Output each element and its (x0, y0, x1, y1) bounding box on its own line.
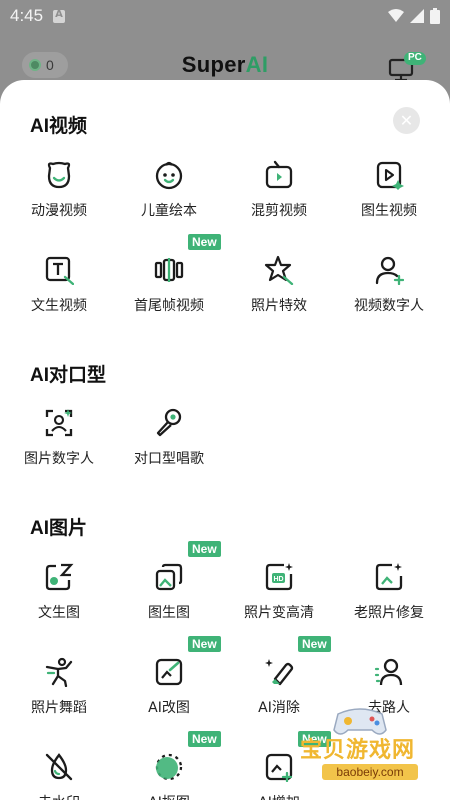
tile-label: 图生视频 (361, 203, 417, 219)
tile-image-to-image[interactable]: New 图生图 (113, 541, 225, 642)
svg-text:HD: HD (274, 576, 284, 583)
tile-label: 去水印 (3, 792, 115, 800)
tile-label: 儿童绘本 (141, 203, 197, 219)
tile-label: 视频数字人 (354, 298, 424, 314)
remove-watermark-icon (45, 753, 73, 781)
tile-label: AI改图 (148, 700, 190, 716)
app-logo: SuperAI (0, 52, 450, 78)
tile-photo-dance[interactable]: 照片舞蹈 (3, 657, 115, 737)
tile-label: AI抠图 (113, 792, 225, 800)
tile-label: 文生视频 (31, 298, 87, 314)
status-time: 4:45 (10, 6, 44, 25)
keyframe-icon (154, 258, 184, 282)
tile-text-to-image[interactable]: 文生图 (3, 562, 115, 642)
tile-lipsync-singing[interactable]: 对口型唱歌 (113, 408, 225, 488)
signal-icon (410, 9, 424, 23)
status-bar: 4:45 (0, 0, 450, 32)
tile-ai-edit-image[interactable]: New AI改图 (113, 636, 225, 737)
tile-label: 照片变高清 (244, 605, 314, 621)
face-scan-icon (45, 409, 73, 437)
new-badge: New (298, 636, 331, 652)
tile-label: 首尾帧视频 (134, 298, 204, 314)
wifi-icon (388, 9, 404, 22)
tile-label: 对口型唱歌 (134, 451, 204, 467)
sim-icon (53, 9, 66, 23)
tile-video-digital-human[interactable]: 视频数字人 (333, 255, 445, 335)
tile-ai-cutout[interactable]: New AI抠图 (113, 731, 225, 800)
tile-mix-video[interactable]: 混剪视频 (223, 160, 335, 240)
tile-photo-effects[interactable]: 照片特效 (223, 255, 335, 335)
pc-badge: PC (408, 52, 422, 63)
section-title-ai-image: AI图片 (30, 518, 88, 539)
image-video-icon (376, 161, 404, 190)
star-effect-icon (264, 255, 294, 285)
microphone-icon (156, 408, 182, 437)
tile-label: 照片特效 (251, 298, 307, 314)
text-to-image-icon (45, 563, 74, 591)
logo-accent: AI (245, 52, 269, 77)
tile-text-to-video[interactable]: 文生视频 (3, 255, 115, 335)
tile-image-digital-human[interactable]: 图片数字人 (3, 408, 115, 488)
tile-label: 图片数字人 (24, 451, 94, 467)
section-title-ai-lipsync: AI对口型 (30, 365, 107, 386)
new-badge: New (188, 541, 221, 557)
new-badge: New (188, 636, 221, 652)
tile-label: 图生图 (148, 605, 190, 621)
photo-repair-icon (375, 563, 403, 591)
add-image-icon (265, 753, 293, 782)
tile-remove-watermark[interactable]: 去水印 (3, 752, 115, 800)
tile-kids-picture-book[interactable]: 儿童绘本 (113, 160, 225, 240)
tile-anime-video[interactable]: 动漫视频 (3, 160, 115, 240)
close-icon: ✕ (399, 111, 414, 130)
battery-icon (430, 8, 440, 24)
feature-sheet: ✕ AI视频 动漫视频 儿童绘本 混剪视频 图生视频 文生视频 New 首尾帧视… (0, 80, 450, 800)
close-button[interactable]: ✕ (393, 107, 420, 134)
eraser-icon (265, 659, 294, 686)
text-video-icon (45, 256, 74, 285)
new-badge: New (188, 731, 221, 747)
tile-label: 混剪视频 (251, 203, 307, 219)
section-title-ai-video: AI视频 (30, 116, 88, 137)
tile-label: 照片舞蹈 (31, 700, 87, 716)
tile-image-to-video[interactable]: 图生视频 (333, 160, 445, 240)
tv-clip-icon (265, 160, 293, 189)
digital-human-icon (375, 256, 404, 285)
tile-keyframe-video[interactable]: New 首尾帧视频 (113, 234, 225, 335)
image-to-image-icon (155, 563, 183, 591)
tile-photo-hd[interactable]: HD 照片变高清 (223, 562, 335, 642)
watermark-url: baobeiy.com (322, 764, 418, 780)
tile-label: 老照片修复 (354, 605, 424, 621)
dance-icon (45, 657, 73, 687)
cutout-icon (155, 753, 183, 781)
watermark-text: 宝贝游戏网 (300, 738, 416, 763)
edit-image-icon (155, 658, 183, 686)
remove-person-icon (374, 658, 403, 686)
bear-face-icon (47, 161, 71, 189)
tile-old-photo-repair[interactable]: 老照片修复 (333, 562, 445, 642)
pc-button[interactable]: PC (388, 50, 428, 82)
tile-label: 文生图 (38, 605, 80, 621)
site-watermark: 宝贝游戏网 baobeiy.com (300, 700, 450, 800)
tile-label: 动漫视频 (31, 203, 87, 219)
new-badge: New (188, 234, 221, 250)
hd-photo-icon: HD (265, 563, 293, 591)
baby-face-icon (155, 161, 183, 190)
logo-main: Super (181, 52, 246, 77)
